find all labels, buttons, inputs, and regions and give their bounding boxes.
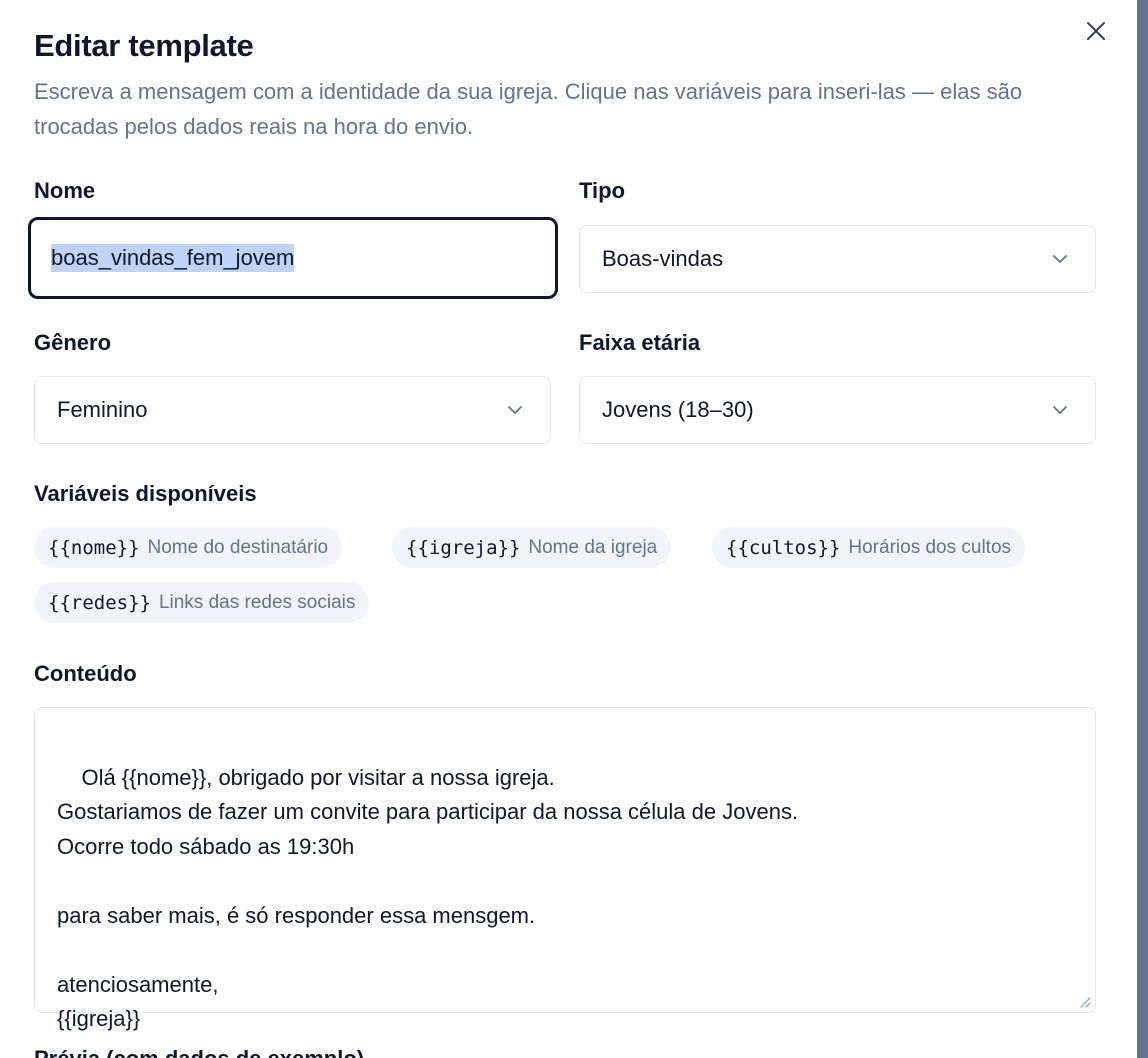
variables-label: Variáveis disponíveis [34, 481, 257, 506]
close-button[interactable] [1083, 18, 1109, 44]
variable-chip-nome[interactable]: {{nome}} Nome do destinatário [34, 527, 343, 568]
chevron-down-icon [1053, 406, 1067, 414]
faixa-etaria-select[interactable]: Jovens (18–30) [579, 376, 1096, 444]
content-textarea[interactable]: Olá {{nome}}, obrigado por visitar a nos… [34, 707, 1096, 1031]
variable-code: {{redes}} [48, 591, 151, 614]
genero-label: Gênero [34, 330, 112, 355]
genero-select[interactable]: Feminino [34, 376, 551, 444]
variable-code: {{nome}} [48, 536, 140, 559]
scrollbar[interactable] [1137, 0, 1148, 1058]
tipo-label: Tipo [579, 178, 626, 203]
dialog-description: Escreva a mensagem com a identidade da s… [34, 79, 1023, 139]
variable-hint: Links das redes sociais [158, 591, 356, 613]
variable-hint: Horários dos cultos [848, 536, 1012, 558]
variable-chip-cultos[interactable]: {{cultos}} Horários dos cultos [712, 527, 1026, 568]
resize-handle-icon[interactable] [1077, 994, 1091, 1008]
faixa-etaria-label: Faixa etária [579, 330, 701, 355]
variable-code: {{igreja}} [406, 536, 521, 559]
variable-hint: Nome da igreja [528, 536, 658, 558]
genero-select-value: Feminino [57, 397, 148, 422]
nome-label: Nome [34, 178, 96, 203]
edit-template-dialog: Editar template Escreva a mensagem com a… [0, 0, 1137, 1058]
dialog-title: Editar template [34, 28, 254, 63]
content-text: Olá {{nome}}, obrigado por visitar a nos… [57, 764, 799, 1032]
nome-input[interactable]: boas_vindas_fem_jovem [28, 217, 558, 299]
close-icon [1087, 22, 1105, 40]
faixa-etaria-select-value: Jovens (18–30) [602, 397, 754, 422]
tipo-select[interactable]: Boas-vindas [579, 225, 1096, 293]
variable-chip-redes[interactable]: {{redes}} Links das redes sociais [34, 582, 370, 623]
tipo-select-value: Boas-vindas [602, 246, 724, 271]
variable-hint: Nome do destinatário [147, 536, 329, 558]
scrollbar-thumb[interactable] [1137, 0, 1148, 1058]
chevron-down-icon [1053, 255, 1067, 263]
nome-input-value: boas_vindas_fem_jovem [51, 244, 295, 272]
preview-label: Prévia (com dados de exemplo) [34, 1046, 364, 1058]
content-label: Conteúdo [34, 661, 137, 686]
chevron-down-icon [508, 406, 522, 414]
variable-chip-igreja[interactable]: {{igreja}} Nome da igreja [392, 527, 672, 568]
variable-code: {{cultos}} [726, 536, 841, 559]
